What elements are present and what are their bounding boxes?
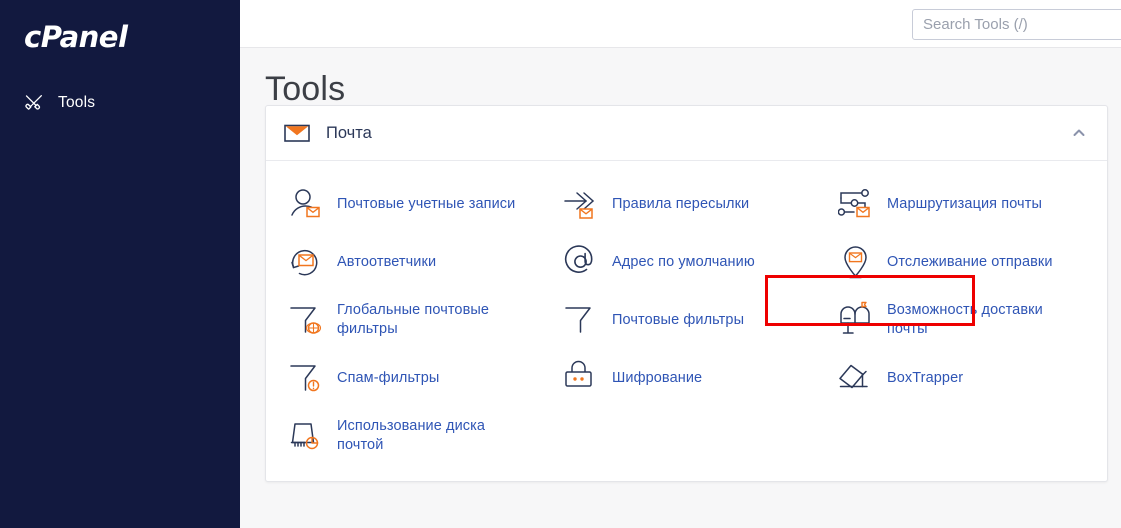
tool-label: Отслеживание отправки bbox=[886, 253, 1053, 270]
tool-encryption[interactable]: Шифрование bbox=[549, 349, 824, 407]
top-bar bbox=[240, 0, 1121, 48]
tool-label: Маршрутизация почты bbox=[886, 195, 1042, 212]
funnel-warning-icon bbox=[288, 359, 324, 397]
page-title: Tools bbox=[265, 70, 346, 108]
search-input[interactable] bbox=[912, 9, 1121, 40]
mail-section-header[interactable]: Почта bbox=[266, 106, 1107, 161]
tool-label: Глобальные почтовые фильтры bbox=[337, 302, 490, 337]
tool-label: Почтовые учетные записи bbox=[337, 195, 516, 212]
at-sign-icon bbox=[563, 243, 599, 281]
tool-email-routing[interactable]: Маршрутизация почты bbox=[824, 175, 1099, 233]
tool-label: Использование диска почтой bbox=[337, 418, 486, 453]
sidebar: cPanel Tools bbox=[0, 0, 240, 528]
tool-default-address[interactable]: Адрес по умолчанию bbox=[549, 233, 824, 291]
mail-tools-grid: Почтовые учетные записи Правила пересылк… bbox=[266, 161, 1107, 481]
tools-icon bbox=[24, 93, 44, 113]
sidebar-item-tools[interactable]: Tools bbox=[0, 85, 240, 121]
search-box bbox=[912, 9, 1121, 40]
tool-label: Адрес по умолчанию bbox=[611, 253, 755, 270]
funnel-globe-icon bbox=[288, 301, 324, 339]
mailbox-icon bbox=[838, 301, 874, 339]
tool-label: BoxTrapper bbox=[886, 369, 964, 386]
tool-forwarders[interactable]: Правила пересылки bbox=[549, 175, 824, 233]
main-content: Tools Почта bbox=[240, 0, 1121, 528]
sidebar-item-label: Tools bbox=[58, 94, 96, 111]
cpanel-logo: cPanel bbox=[24, 20, 128, 54]
padlock-icon bbox=[563, 359, 599, 397]
tool-label: Возможность доставки почты bbox=[886, 302, 1043, 337]
tool-autoresponders[interactable]: Автоответчики bbox=[274, 233, 549, 291]
tool-global-email-filters[interactable]: Глобальные почтовые фильтры bbox=[274, 291, 549, 349]
user-mail-icon bbox=[288, 185, 324, 223]
routing-mail-icon bbox=[837, 185, 874, 223]
tool-email-deliverability[interactable]: Возможность доставки почты bbox=[824, 291, 1099, 349]
autoresponder-icon bbox=[288, 243, 324, 281]
tool-label: Правила пересылки bbox=[611, 195, 750, 212]
envelope-icon bbox=[282, 118, 312, 148]
disk-usage-icon bbox=[288, 417, 324, 455]
tool-label: Спам-фильтры bbox=[337, 369, 440, 386]
forward-arrow-mail-icon bbox=[563, 185, 599, 223]
map-pin-mail-icon bbox=[838, 243, 874, 281]
tool-label: Шифрование bbox=[611, 369, 703, 386]
chevron-up-icon[interactable] bbox=[1071, 125, 1087, 141]
funnel-icon bbox=[563, 301, 599, 339]
mail-section-title: Почта bbox=[326, 123, 372, 142]
tool-email-filters[interactable]: Почтовые фильтры bbox=[549, 291, 824, 349]
tool-track-delivery[interactable]: Отслеживание отправки bbox=[824, 233, 1099, 291]
mail-section-card: Почта Почтовые учетные записи Правила пе… bbox=[265, 105, 1108, 482]
tool-label: Почтовые фильтры bbox=[611, 311, 745, 328]
tool-boxtrapper[interactable]: BoxTrapper bbox=[824, 349, 1099, 407]
tool-email-accounts[interactable]: Почтовые учетные записи bbox=[274, 175, 549, 233]
tool-spam-filters[interactable]: Спам-фильтры bbox=[274, 349, 549, 407]
tool-label: Автоответчики bbox=[337, 253, 437, 270]
boxtrapper-icon bbox=[838, 359, 874, 397]
cpanel-app: cPanel Tools Tools bbox=[0, 0, 1121, 528]
tool-email-disk-usage[interactable]: Использование диска почтой bbox=[274, 407, 549, 465]
